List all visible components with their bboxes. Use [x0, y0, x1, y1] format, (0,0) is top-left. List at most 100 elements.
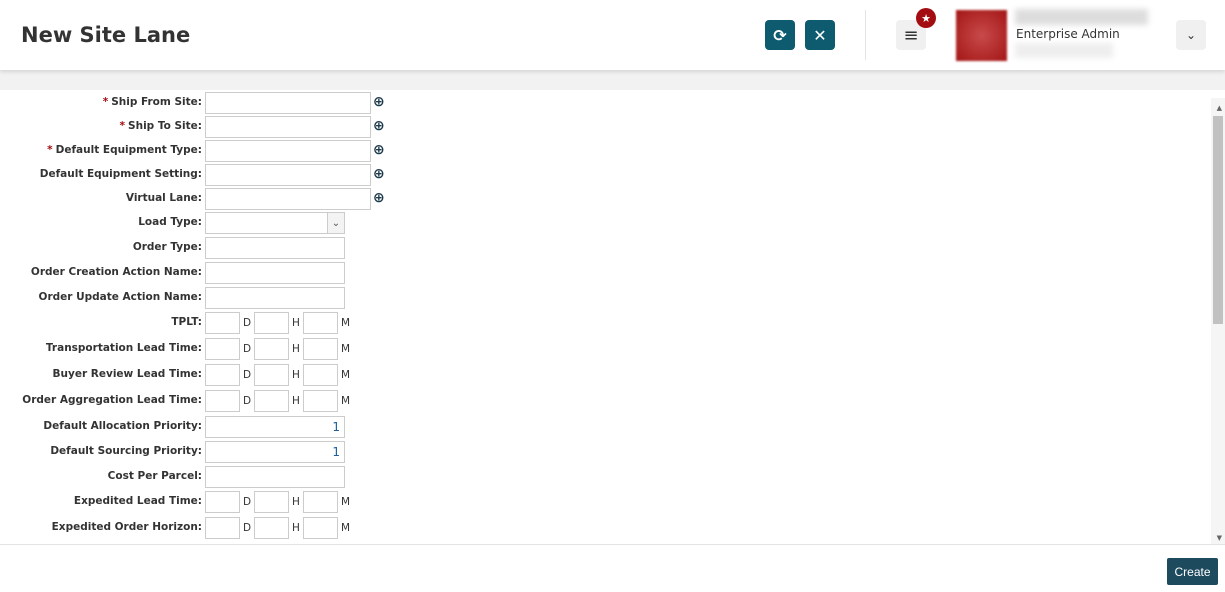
transportation-lead-time-h-input[interactable]	[254, 338, 289, 360]
field-label: Expedited Lead Time:	[74, 495, 202, 507]
zoom-in-lookup-icon[interactable]: ⊕	[373, 94, 385, 110]
zoom-in-lookup-icon[interactable]: ⊕	[373, 118, 385, 134]
unit-label-m: M	[341, 522, 351, 534]
order-creation-action-name-input[interactable]	[205, 262, 345, 284]
form-row-default-equipment-setting: Default Equipment Setting: ⊕	[0, 164, 400, 186]
form-row-expedited-order-horizon: Expedited Order Horizon: D H M	[0, 517, 400, 539]
field-label-text: Buyer Review Lead Time:	[52, 368, 203, 380]
form-row-ship-to-site: * Ship To Site: ⊕	[0, 116, 400, 138]
transportation-lead-time-m-input[interactable]	[303, 338, 338, 360]
field-label-text: Order Update Action Name:	[38, 291, 202, 303]
field-label-text: Order Type:	[132, 241, 202, 253]
default-sourcing-priority-input[interactable]: 1	[205, 441, 345, 463]
user-email-redacted	[1015, 43, 1113, 58]
field-label: Buyer Review Lead Time:	[53, 368, 203, 380]
expedited-order-horizon-m-input[interactable]	[303, 517, 338, 539]
expedited-order-horizon-d-input[interactable]	[205, 517, 240, 539]
unit-label-d: D	[243, 395, 252, 407]
form-row-tplt: TPLT: D H M	[0, 312, 400, 334]
scrollbar[interactable]: ▲ ▼	[1211, 98, 1225, 544]
unit-label-m: M	[341, 496, 351, 508]
unit-label-d: D	[243, 317, 252, 329]
footer: Create	[0, 544, 1225, 592]
create-button[interactable]: Create	[1167, 558, 1218, 585]
form-panel: * Ship From Site: ⊕ * Ship To Site: ⊕ * Default…	[0, 90, 1225, 544]
field-label: * Ship From Site:	[103, 96, 202, 108]
form-row-ship-from-site: * Ship From Site: ⊕	[0, 92, 400, 114]
unit-label-d: D	[243, 369, 252, 381]
expedited-order-horizon-h-input[interactable]	[254, 517, 289, 539]
order-aggregation-lead-time-m-input[interactable]	[303, 390, 338, 412]
field-label: Order Type:	[133, 241, 202, 253]
zoom-in-lookup-icon[interactable]: ⊕	[373, 142, 385, 158]
ship-from-site-input[interactable]	[205, 92, 371, 114]
field-label: * Ship To Site:	[120, 120, 202, 132]
expedited-lead-time-d-input[interactable]	[205, 491, 240, 513]
default-equipment-type-input[interactable]	[205, 140, 371, 162]
field-label: Order Creation Action Name:	[31, 266, 202, 278]
field-label: Default Sourcing Priority:	[50, 445, 202, 457]
field-label: Order Update Action Name:	[39, 291, 202, 303]
field-label-text: Order Creation Action Name:	[30, 266, 202, 278]
field-label: Expedited Order Horizon:	[52, 521, 202, 533]
field-label-text: Default Sourcing Priority:	[50, 445, 202, 457]
tplt-m-input[interactable]	[303, 312, 338, 334]
field-label: Virtual Lane:	[126, 192, 202, 204]
tplt-d-input[interactable]	[205, 312, 240, 334]
scrollbar-thumb[interactable]	[1213, 116, 1223, 324]
zoom-in-lookup-icon[interactable]: ⊕	[373, 166, 385, 182]
header: New Site Lane ⟳ ✕ ≡ ★ Enterprise Admin ⌄	[0, 0, 1225, 70]
load-type-select[interactable]	[205, 212, 345, 234]
virtual-lane-input[interactable]	[205, 188, 371, 210]
order-type-input[interactable]	[205, 237, 345, 259]
zoom-in-lookup-icon[interactable]: ⊕	[373, 190, 385, 206]
order-aggregation-lead-time-d-input[interactable]	[205, 390, 240, 412]
field-label-text: TPLT:	[171, 316, 202, 328]
form-row-order-aggregation-lead-time: Order Aggregation Lead Time: D H M	[0, 390, 400, 412]
field-label: Order Aggregation Lead Time:	[22, 394, 202, 406]
unit-label-m: M	[341, 343, 351, 355]
transportation-lead-time-d-input[interactable]	[205, 338, 240, 360]
order-update-action-name-input[interactable]	[205, 287, 345, 309]
chevron-down-icon[interactable]: ⌄	[327, 212, 345, 234]
unit-label-d: D	[243, 522, 252, 534]
buyer-review-lead-time-d-input[interactable]	[205, 364, 240, 386]
default-allocation-priority-input[interactable]: 1	[205, 416, 345, 438]
field-label: * Default Equipment Type:	[47, 144, 202, 156]
form-row-order-update-action-name: Order Update Action Name:	[0, 287, 400, 309]
user-menu-button[interactable]: ⌄	[1176, 20, 1206, 50]
form-row-transportation-lead-time: Transportation Lead Time: D H M	[0, 338, 400, 360]
scroll-down-icon[interactable]: ▼	[1217, 534, 1222, 542]
required-marker: *	[102, 96, 109, 108]
unit-label-h: H	[292, 395, 300, 407]
expedited-lead-time-h-input[interactable]	[254, 491, 289, 513]
divider	[865, 10, 866, 60]
chevron-down-icon: ⌄	[1185, 28, 1197, 42]
form-row-order-creation-action-name: Order Creation Action Name:	[0, 262, 400, 284]
tplt-h-input[interactable]	[254, 312, 289, 334]
default-equipment-setting-input[interactable]	[205, 164, 371, 186]
expedited-lead-time-m-input[interactable]	[303, 491, 338, 513]
user-name-redacted	[1015, 9, 1148, 25]
unit-label-m: M	[341, 369, 351, 381]
field-label: Cost Per Parcel:	[108, 470, 202, 482]
unit-label-d: D	[243, 496, 252, 508]
field-label-text: Virtual Lane:	[125, 192, 202, 204]
cost-per-parcel-input[interactable]	[205, 466, 345, 488]
refresh-button[interactable]: ⟳	[765, 20, 795, 50]
close-button[interactable]: ✕	[805, 20, 835, 50]
required-marker: *	[119, 120, 126, 132]
ship-to-site-input[interactable]	[205, 116, 371, 138]
unit-label-h: H	[292, 317, 300, 329]
buyer-review-lead-time-m-input[interactable]	[303, 364, 338, 386]
required-marker: *	[47, 144, 53, 156]
scroll-up-icon[interactable]: ▲	[1217, 104, 1222, 112]
unit-label-m: M	[341, 395, 351, 407]
field-label-text: Load Type:	[138, 216, 202, 228]
buyer-review-lead-time-h-input[interactable]	[254, 364, 289, 386]
form-row-cost-per-parcel: Cost Per Parcel:	[0, 466, 400, 488]
order-aggregation-lead-time-h-input[interactable]	[254, 390, 289, 412]
close-icon: ✕	[813, 25, 827, 45]
form-row-buyer-review-lead-time: Buyer Review Lead Time: D H M	[0, 364, 400, 386]
unit-label-h: H	[292, 343, 300, 355]
